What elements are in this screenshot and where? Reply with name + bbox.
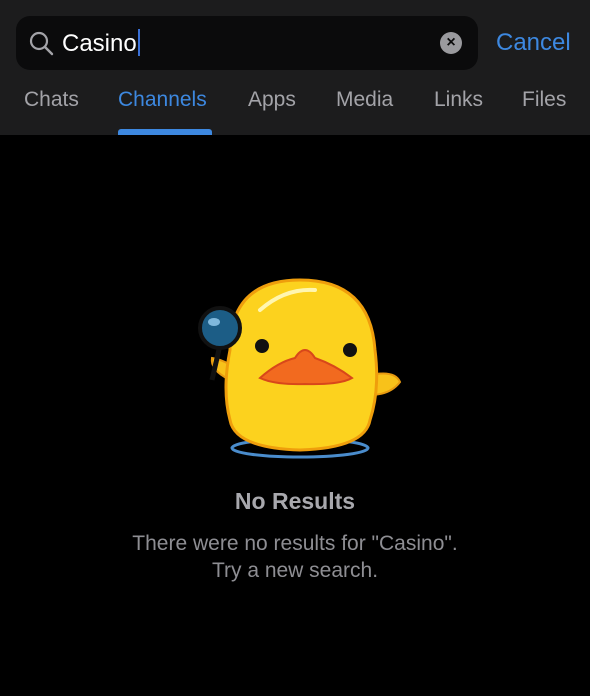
tab-media[interactable]: Media <box>336 88 393 112</box>
search-tabs: Chats Channels Apps Media Links Files <box>0 88 590 135</box>
tab-links[interactable]: Links <box>434 88 483 112</box>
empty-state-line-2: Try a new search. <box>211 559 379 582</box>
empty-state-message: There were no results for "Casino". Try … <box>0 530 590 584</box>
empty-state-title: No Results <box>234 488 356 514</box>
empty-state-line-1: There were no results for "Casino". <box>132 532 458 555</box>
search-icon <box>29 31 54 56</box>
search-field[interactable]: Casino × <box>16 16 478 70</box>
search-input[interactable]: Casino <box>62 29 140 58</box>
search-header: Casino × Cancel Chats Channels Apps Medi… <box>0 0 590 135</box>
search-input-value: Casino <box>62 30 137 57</box>
tab-chats[interactable]: Chats <box>24 88 79 112</box>
cancel-button[interactable]: Cancel <box>496 29 571 57</box>
tab-channels[interactable]: Channels <box>118 88 207 112</box>
clear-search-icon[interactable]: × <box>440 32 462 54</box>
duck-magnifier-sticker <box>198 278 402 459</box>
text-caret <box>137 29 140 56</box>
active-tab-indicator <box>118 129 212 135</box>
tab-apps[interactable]: Apps <box>248 88 296 112</box>
tab-files[interactable]: Files <box>522 88 566 112</box>
